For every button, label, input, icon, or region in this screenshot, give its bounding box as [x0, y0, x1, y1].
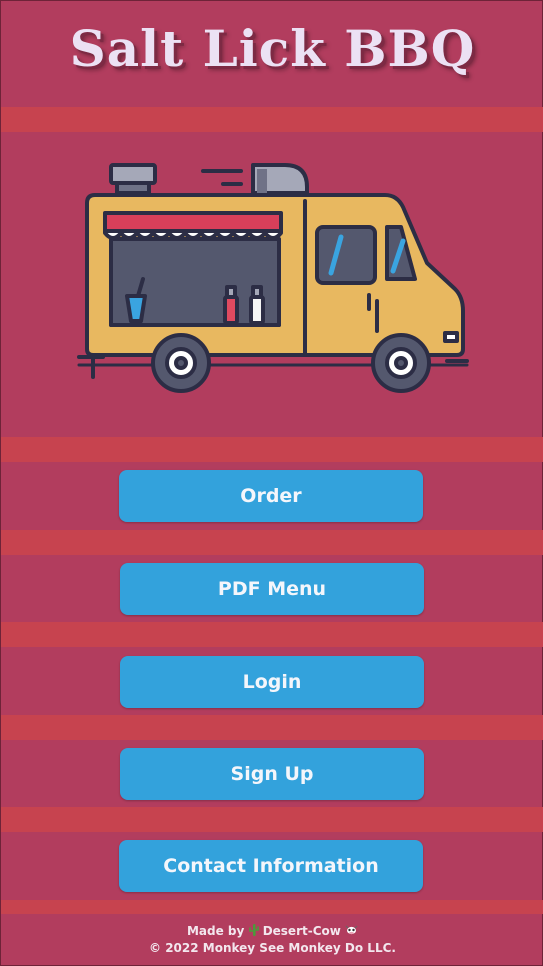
decorative-stripe: [1, 900, 543, 914]
made-by-line: Made by Desert-Cow: [1, 923, 543, 940]
decorative-stripe: [1, 437, 543, 462]
copyright-text: © 2022 Monkey See Monkey Do LLC.: [149, 941, 396, 955]
order-button[interactable]: Order: [119, 470, 423, 522]
sign-up-button[interactable]: Sign Up: [120, 748, 424, 800]
cactus-icon: [248, 924, 259, 936]
decorative-stripe: [1, 807, 543, 832]
decorative-stripe: [1, 530, 543, 555]
made-by-name[interactable]: Desert-Cow: [263, 924, 341, 938]
login-button[interactable]: Login: [120, 656, 424, 708]
app-title: Salt Lick BBQ: [69, 19, 476, 78]
contact-information-button[interactable]: Contact Information: [119, 840, 423, 892]
cow-icon: [345, 925, 358, 935]
decorative-stripe: [1, 622, 543, 647]
pdf-menu-button[interactable]: PDF Menu: [120, 563, 424, 615]
decorative-stripe: [1, 107, 543, 132]
food-truck-illustration: [77, 163, 469, 393]
app-screen: Salt Lick BBQ Order PDF Menu Login Sign …: [0, 0, 543, 966]
decorative-stripe: [1, 715, 543, 740]
made-by-prefix: Made by: [186, 924, 245, 938]
footer: Made by Desert-Cow © 2022 Monkey See Mon…: [1, 923, 543, 957]
